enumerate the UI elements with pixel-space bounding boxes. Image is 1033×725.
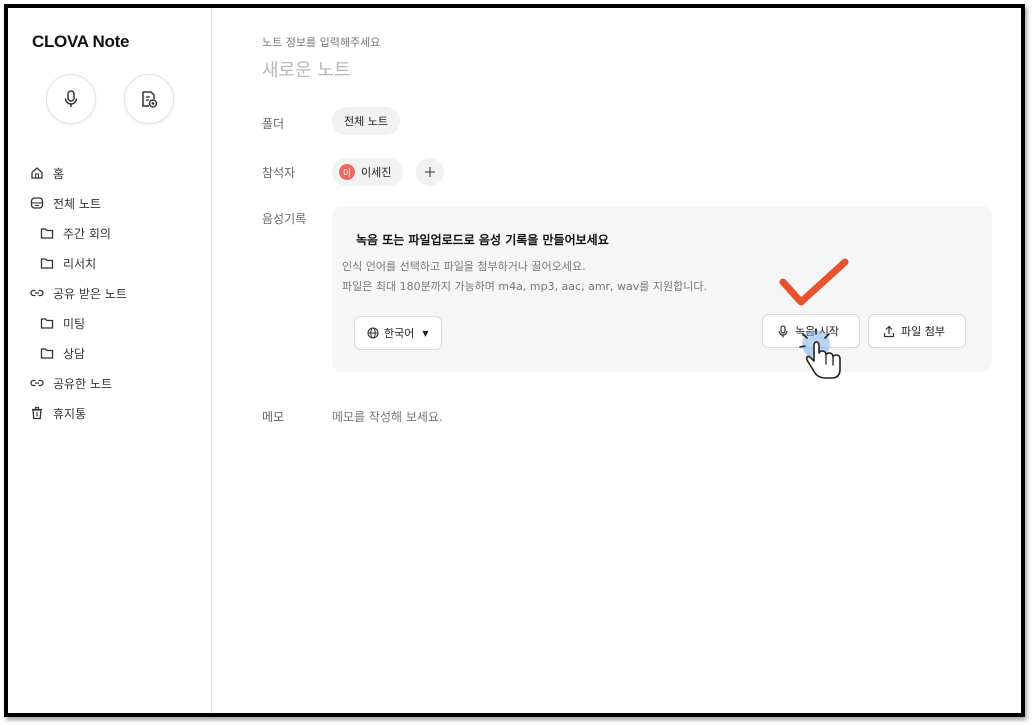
microphone-icon xyxy=(777,324,789,338)
attach-file-label: 파일 첨부 xyxy=(901,325,945,338)
hand-cursor-icon xyxy=(799,328,841,379)
sidebar-item-label: 공유 받은 노트 xyxy=(53,286,127,301)
link-icon xyxy=(30,286,44,300)
sidebar-item-all-notes[interactable]: 전체 노트 xyxy=(30,188,127,218)
participant-name: 이세진 xyxy=(361,166,392,179)
microphone-icon xyxy=(64,90,78,107)
sidebar-item-label: 전체 노트 xyxy=(53,196,101,211)
folder-icon xyxy=(40,346,54,360)
app-logo: CLOVA Note xyxy=(32,32,130,51)
memo-label: 메모 xyxy=(262,410,285,424)
globe-icon xyxy=(367,327,379,339)
note-info-hint: 노트 정보를 입력해주세요 xyxy=(262,36,381,49)
sidebar-item-meeting[interactable]: 미팅 xyxy=(30,308,127,338)
folder-chip-label: 전체 노트 xyxy=(344,115,388,128)
sidebar-item-label: 공유한 노트 xyxy=(53,376,113,391)
note-title-input[interactable]: 새로운 노트 xyxy=(262,56,351,82)
link-icon xyxy=(30,376,44,390)
voice-record-panel[interactable]: 녹음 또는 파일업로드로 음성 기록을 만들어보세요 인식 언어를 선택하고 파… xyxy=(332,206,992,372)
sidebar-item-label: 주간 회의 xyxy=(63,226,111,241)
app-window: CLOVA Note 홈 전체 노트 주간 회의 리서치 공유 받은 노트 미팅… xyxy=(4,4,1025,717)
note-editor: 노트 정보를 입력해주세요 새로운 노트 폴더 전체 노트 참석자 이 이세진 … xyxy=(212,8,1021,713)
checkmark-annotation-icon xyxy=(779,258,849,306)
add-participant-button[interactable] xyxy=(416,158,444,186)
caret-down-icon: ▼ xyxy=(422,328,429,338)
sidebar-item-shared-by-me[interactable]: 공유한 노트 xyxy=(30,368,127,398)
upload-file-button[interactable] xyxy=(124,74,174,124)
voice-panel-formats: 파일은 최대 180분까지 가능하며 m4a, mp3, aac, amr, w… xyxy=(342,280,708,293)
sidebar-item-trash[interactable]: 휴지통 xyxy=(30,398,127,428)
file-upload-icon xyxy=(142,91,158,108)
notes-box-icon xyxy=(30,196,44,210)
sidebar-item-label: 리서치 xyxy=(63,256,97,271)
plus-icon xyxy=(425,167,435,177)
sidebar-item-label: 상담 xyxy=(63,346,86,361)
folder-icon xyxy=(40,256,54,270)
voice-panel-title: 녹음 또는 파일업로드로 음성 기록을 만들어보세요 xyxy=(356,233,609,247)
sidebar-item-shared-with-me[interactable]: 공유 받은 노트 xyxy=(30,278,127,308)
sidebar-item-research[interactable]: 리서치 xyxy=(30,248,127,278)
folder-icon xyxy=(40,226,54,240)
trash-icon xyxy=(30,406,44,420)
avatar: 이 xyxy=(339,164,355,180)
folder-chip[interactable]: 전체 노트 xyxy=(332,107,400,135)
sidebar-item-home[interactable]: 홈 xyxy=(30,158,127,188)
home-icon xyxy=(30,166,44,180)
sidebar-nav: 홈 전체 노트 주간 회의 리서치 공유 받은 노트 미팅 상담 공유한 노트 … xyxy=(30,158,127,428)
folder-label: 폴더 xyxy=(262,117,285,131)
sidebar-item-weekly-meeting[interactable]: 주간 회의 xyxy=(30,218,127,248)
sidebar-item-label: 미팅 xyxy=(63,316,86,331)
memo-input[interactable]: 메모를 작성해 보세요. xyxy=(332,408,443,425)
attach-file-button[interactable]: 파일 첨부 xyxy=(868,314,966,348)
voice-record-label: 음성기록 xyxy=(262,212,307,226)
participants-label: 참석자 xyxy=(262,166,296,180)
folder-icon xyxy=(40,316,54,330)
upload-icon xyxy=(883,325,895,338)
participant-chip[interactable]: 이 이세진 xyxy=(332,158,404,186)
sidebar-item-consultation[interactable]: 상담 xyxy=(30,338,127,368)
language-label: 한국어 xyxy=(384,327,415,340)
voice-panel-desc: 인식 언어를 선택하고 파일을 첨부하거나 끌어오세요. xyxy=(342,260,586,273)
sidebar-item-label: 홈 xyxy=(53,166,65,181)
sidebar: CLOVA Note 홈 전체 노트 주간 회의 리서치 공유 받은 노트 미팅… xyxy=(8,8,212,713)
sidebar-item-label: 휴지통 xyxy=(53,406,87,421)
new-recording-button[interactable] xyxy=(46,74,96,124)
language-select[interactable]: 한국어 ▼ xyxy=(354,316,442,350)
